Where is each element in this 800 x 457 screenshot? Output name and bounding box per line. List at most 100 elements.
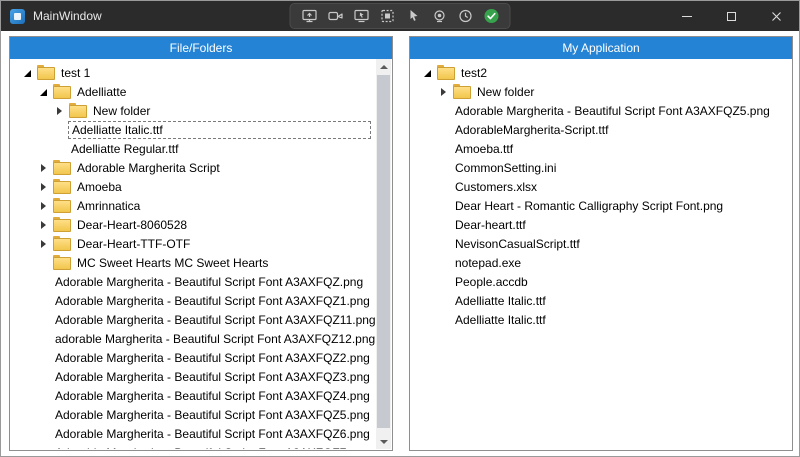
tree-item-label: Adorable Margherita - Beautiful Script F…: [52, 426, 373, 442]
tree-item[interactable]: CommonSetting.ini: [411, 158, 791, 177]
expander-expanded-icon[interactable]: [23, 68, 33, 78]
screen-share-icon[interactable]: [350, 5, 373, 27]
folder-icon: [53, 238, 69, 250]
tree-item[interactable]: Adorable Margherita - Beautiful Script F…: [411, 101, 791, 120]
tree-item-label: New folder: [474, 84, 537, 100]
expander-collapsed-icon[interactable]: [39, 201, 49, 211]
expander-expanded-icon[interactable]: [423, 68, 433, 78]
expander-spacer: [439, 296, 449, 306]
expander-spacer: [39, 410, 49, 420]
tree-item[interactable]: Adorable Margherita Script: [11, 158, 376, 177]
tree-item[interactable]: Customers.xlsx: [411, 177, 791, 196]
expander-spacer: [39, 315, 49, 325]
expander-spacer: [55, 144, 65, 154]
tree-item[interactable]: Adorable Margherita - Beautiful Script F…: [11, 272, 376, 291]
tree-item-label: Amrinnatica: [74, 198, 143, 214]
tree-item[interactable]: Dear-heart.ttf: [411, 215, 791, 234]
right-panel-title: My Application: [562, 41, 639, 55]
tree-item[interactable]: MC Sweet Hearts MC Sweet Hearts: [11, 253, 376, 272]
expander-collapsed-icon[interactable]: [39, 182, 49, 192]
tree-item[interactable]: Adelliatte: [11, 82, 376, 101]
folder-icon: [453, 86, 469, 98]
folder-icon: [53, 162, 69, 174]
left-panel-header: File/Folders: [10, 37, 392, 59]
right-panel: My Application test2 New folderAdorable M…: [409, 36, 793, 451]
tree-item-label: Adorable Margherita - Beautiful Script F…: [52, 369, 373, 385]
tree-item[interactable]: New folder: [411, 82, 791, 101]
expander-spacer: [439, 315, 449, 325]
tree-item[interactable]: Adorable Margherita - Beautiful Script F…: [11, 348, 376, 367]
left-tree: test 1Adelliatte New folder Adelliatte Ita…: [11, 59, 376, 449]
region-capture-icon[interactable]: [376, 5, 399, 27]
tree-item-label: Adorable Margherita - Beautiful Script F…: [52, 293, 373, 309]
expander-collapsed-icon[interactable]: [39, 220, 49, 230]
app-icon: [10, 9, 25, 24]
expander-spacer: [439, 277, 449, 287]
window-controls: [664, 1, 799, 31]
tree-item[interactable]: Adorable Margherita - Beautiful Script F…: [11, 367, 376, 386]
folder-icon: [53, 219, 69, 231]
tree-item-label: Amoeba.ttf: [452, 141, 516, 157]
scroll-up-icon[interactable]: [376, 59, 391, 74]
video-camera-icon[interactable]: [324, 5, 347, 27]
tree-item[interactable]: Adorable Margherita - Beautiful Script F…: [11, 291, 376, 310]
expander-collapsed-icon[interactable]: [39, 163, 49, 173]
scroll-down-icon[interactable]: [376, 434, 391, 449]
tree-item[interactable]: Amoeba.ttf: [411, 139, 791, 158]
tree-item[interactable]: People.accdb: [411, 272, 791, 291]
tree-item[interactable]: Adelliatte Italic.ttf: [411, 291, 791, 310]
tree-item-label: New folder: [90, 103, 153, 119]
left-tree-scrollbar[interactable]: [376, 59, 391, 449]
tree-item[interactable]: Dear-Heart-TTF-OTF: [11, 234, 376, 253]
expander-collapsed-icon[interactable]: [55, 106, 65, 116]
expander-spacer: [439, 220, 449, 230]
cursor-icon[interactable]: [402, 5, 425, 27]
tree-item-label: Dear-heart.ttf: [452, 217, 529, 233]
tree-item[interactable]: Adorable Margherita - Beautiful Script F…: [11, 310, 376, 329]
tree-item-label: Customers.xlsx: [452, 179, 540, 195]
tree-item[interactable]: test2: [411, 63, 791, 82]
tree-item[interactable]: Adelliatte Italic.ttf: [11, 120, 376, 139]
folder-icon: [53, 200, 69, 212]
close-button[interactable]: [754, 1, 799, 31]
tree-item[interactable]: Dear Heart - Romantic Calligraphy Script…: [411, 196, 791, 215]
confirm-icon[interactable]: [480, 5, 503, 27]
tree-item[interactable]: NevisonCasualScript.ttf: [411, 234, 791, 253]
expander-expanded-icon[interactable]: [39, 87, 49, 97]
tree-item[interactable]: Amoeba: [11, 177, 376, 196]
tree-item[interactable]: New folder: [11, 101, 376, 120]
folder-icon: [53, 257, 69, 269]
tree-item-label: People.accdb: [452, 274, 531, 290]
webcam-icon[interactable]: [428, 5, 451, 27]
close-icon: [771, 11, 782, 22]
tree-item[interactable]: Dear-Heart-8060528: [11, 215, 376, 234]
tree-item[interactable]: test 1: [11, 63, 376, 82]
expander-spacer: [39, 334, 49, 344]
tree-item-label: Adelliatte Italic.ttf: [68, 121, 371, 139]
screen-record-icon[interactable]: [298, 5, 321, 27]
tree-item-label: MC Sweet Hearts MC Sweet Hearts: [74, 255, 271, 271]
tree-item[interactable]: Adelliatte Regular.ttf: [11, 139, 376, 158]
tree-item[interactable]: notepad.exe: [411, 253, 791, 272]
tree-item-label: Amoeba: [74, 179, 125, 195]
tree-item[interactable]: Adorable Margherita - Beautiful Script F…: [11, 405, 376, 424]
tree-item[interactable]: Adelliatte Italic.ttf: [411, 310, 791, 329]
expander-collapsed-icon[interactable]: [439, 87, 449, 97]
tree-item[interactable]: adorable Margherita - Beautiful Script F…: [11, 329, 376, 348]
tree-item[interactable]: Adorable Margherita - Beautiful Script F…: [11, 443, 376, 449]
tree-item[interactable]: AdorableMargherita-Script.ttf: [411, 120, 791, 139]
expander-spacer: [39, 429, 49, 439]
minimize-icon: [682, 16, 692, 17]
tree-item[interactable]: Adorable Margherita - Beautiful Script F…: [11, 386, 376, 405]
scroll-thumb[interactable]: [377, 75, 390, 428]
expander-spacer: [439, 163, 449, 173]
timer-icon[interactable]: [454, 5, 477, 27]
expander-collapsed-icon[interactable]: [39, 239, 49, 249]
capture-toolbar: [290, 3, 511, 29]
tree-item[interactable]: Adorable Margherita - Beautiful Script F…: [11, 424, 376, 443]
expander-spacer: [439, 106, 449, 116]
minimize-button[interactable]: [664, 1, 709, 31]
tree-item[interactable]: Amrinnatica: [11, 196, 376, 215]
folder-icon: [53, 181, 69, 193]
maximize-button[interactable]: [709, 1, 754, 31]
